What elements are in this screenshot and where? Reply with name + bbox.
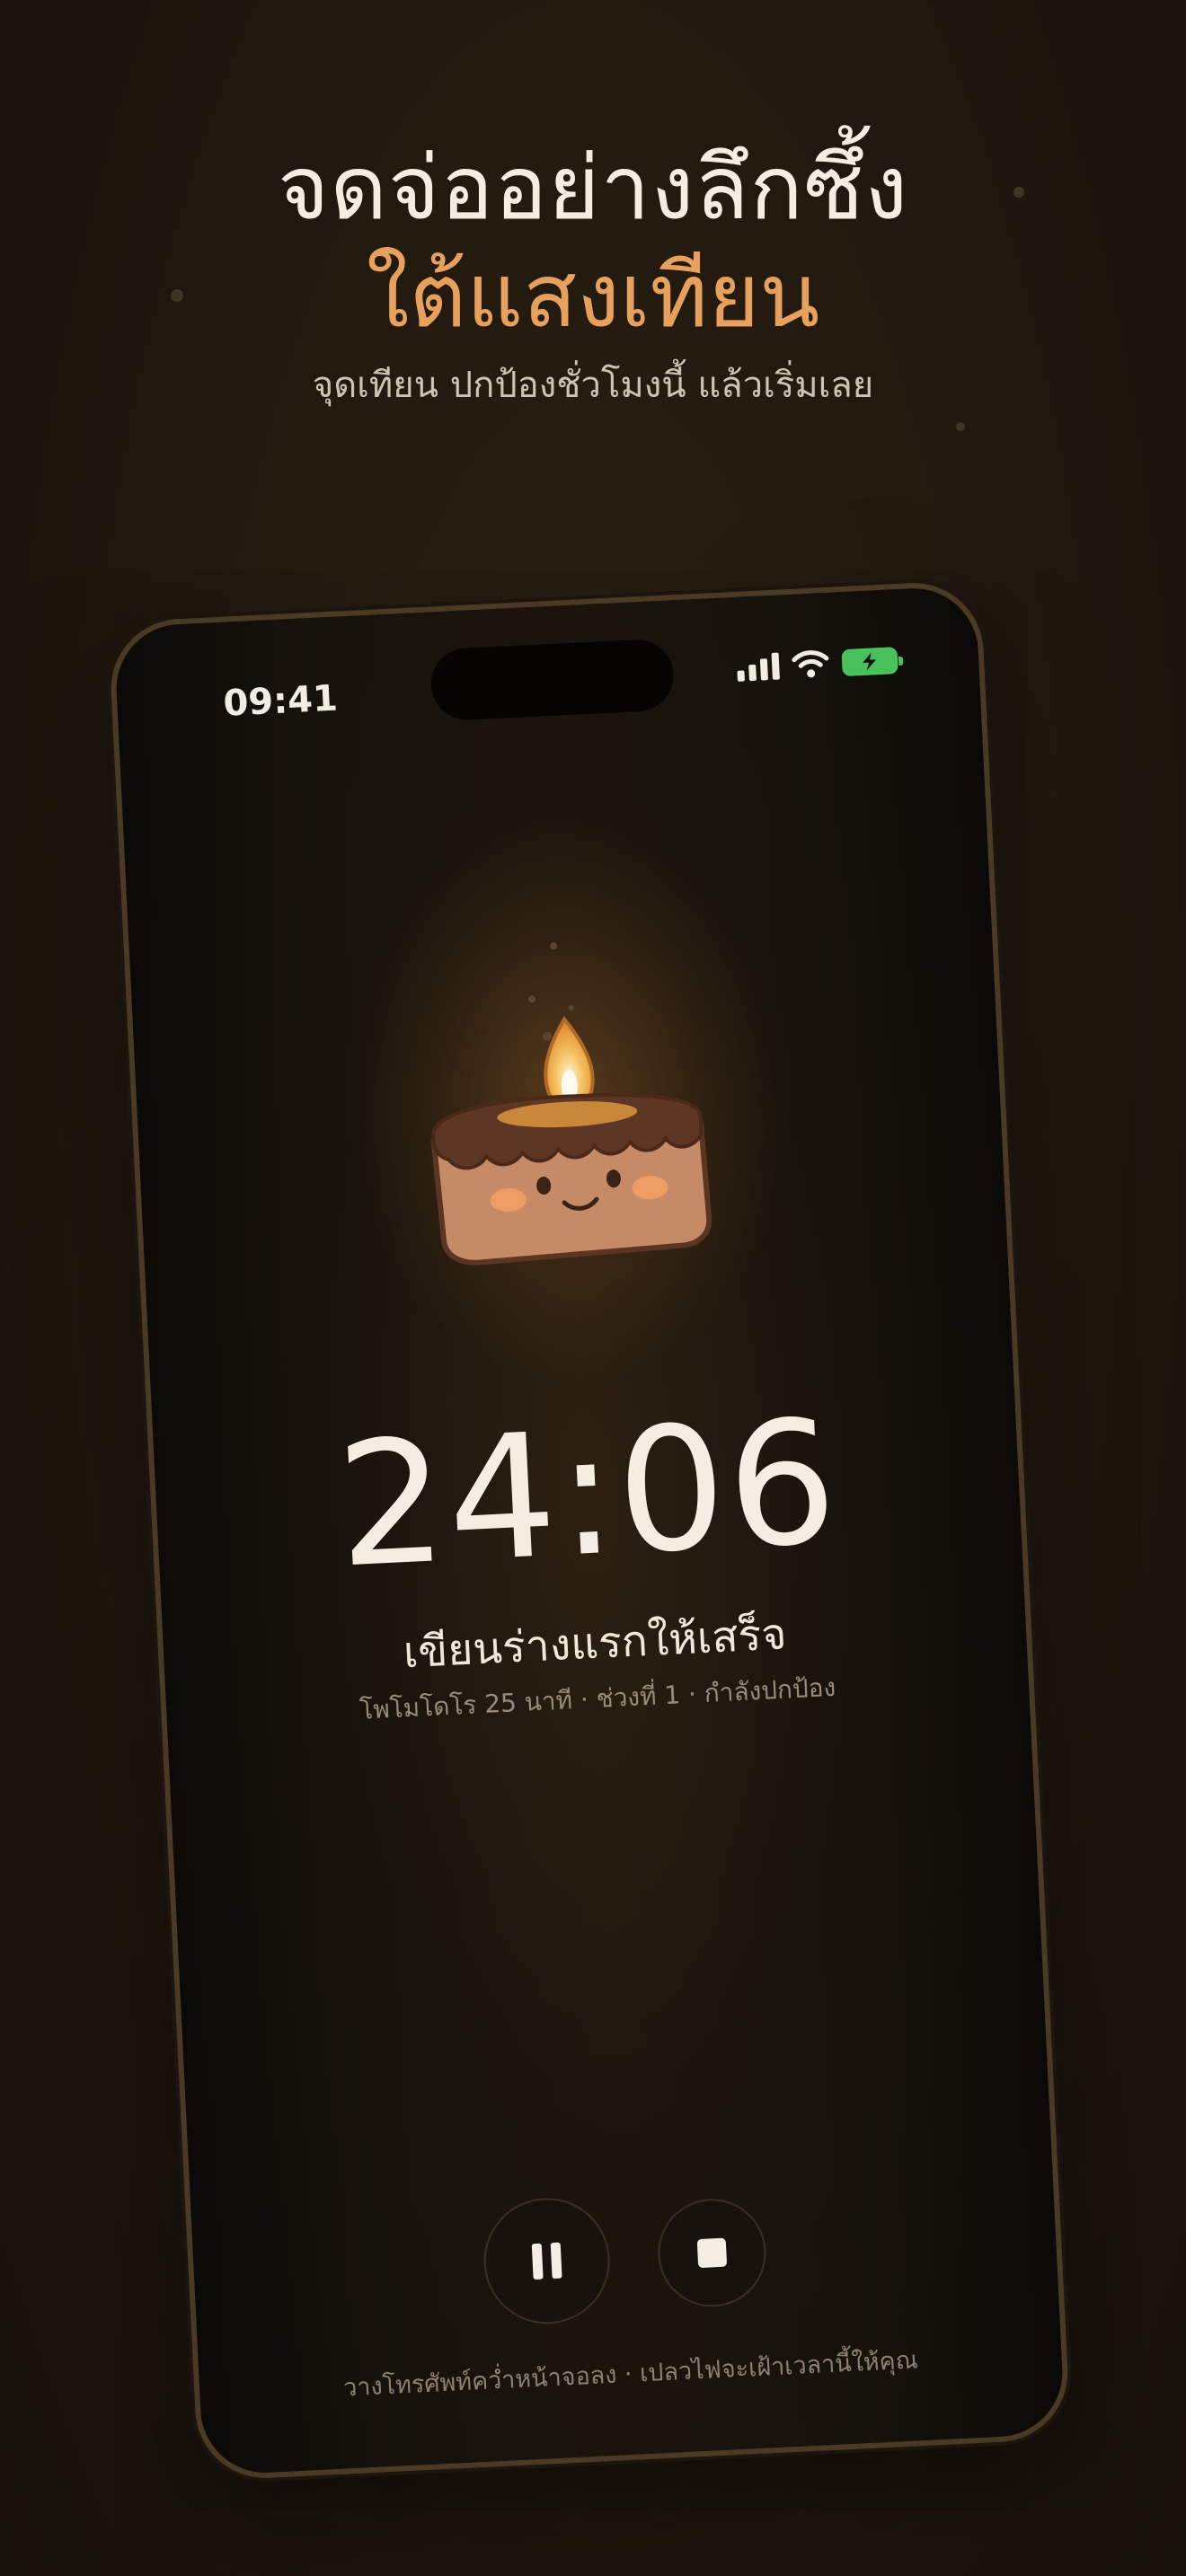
pause-button[interactable] [481,2194,614,2327]
subheadline: จุดเทียน ปกป้องชั่วโมงนี้ แล้วเริ่มเลย [312,365,874,406]
candle-cake-mascot [430,942,712,1266]
wifi-icon [792,650,829,678]
phone-mockup: 09:41 24:06 เขียนร่างแรกให้เสร็จ โพโมโดโ… [107,579,1072,2482]
focus-screen: 09:41 24:06 เขียนร่างแรกให้เสร็จ โพโมโดโ… [113,585,1066,2476]
battery-charging-icon [841,647,898,677]
dust-particle [956,422,965,431]
countdown-timer: 24:06 [332,1382,843,1606]
stop-button[interactable] [655,2196,769,2310]
promo-header: จดจ่ออย่างลึกซึ้ง ใต้แสงเทียน จุดเทียน ป… [0,135,1186,413]
cellular-bars-icon [736,651,780,682]
headline-primary: จดจ่ออย่างลึกซึ้ง [277,137,909,240]
face-down-hint: วางโทรศัพท์คว่ำหน้าจอลง · เปลวไฟจะเฝ้าเว… [342,2346,919,2403]
status-icons [736,645,898,682]
timer-controls [191,2174,1059,2342]
pause-icon [531,2242,562,2280]
status-time: 09:41 [222,677,339,725]
dynamic-island [429,638,676,722]
stop-icon [696,2237,728,2269]
headline-accent: ใต้แสงเทียน [366,245,820,348]
